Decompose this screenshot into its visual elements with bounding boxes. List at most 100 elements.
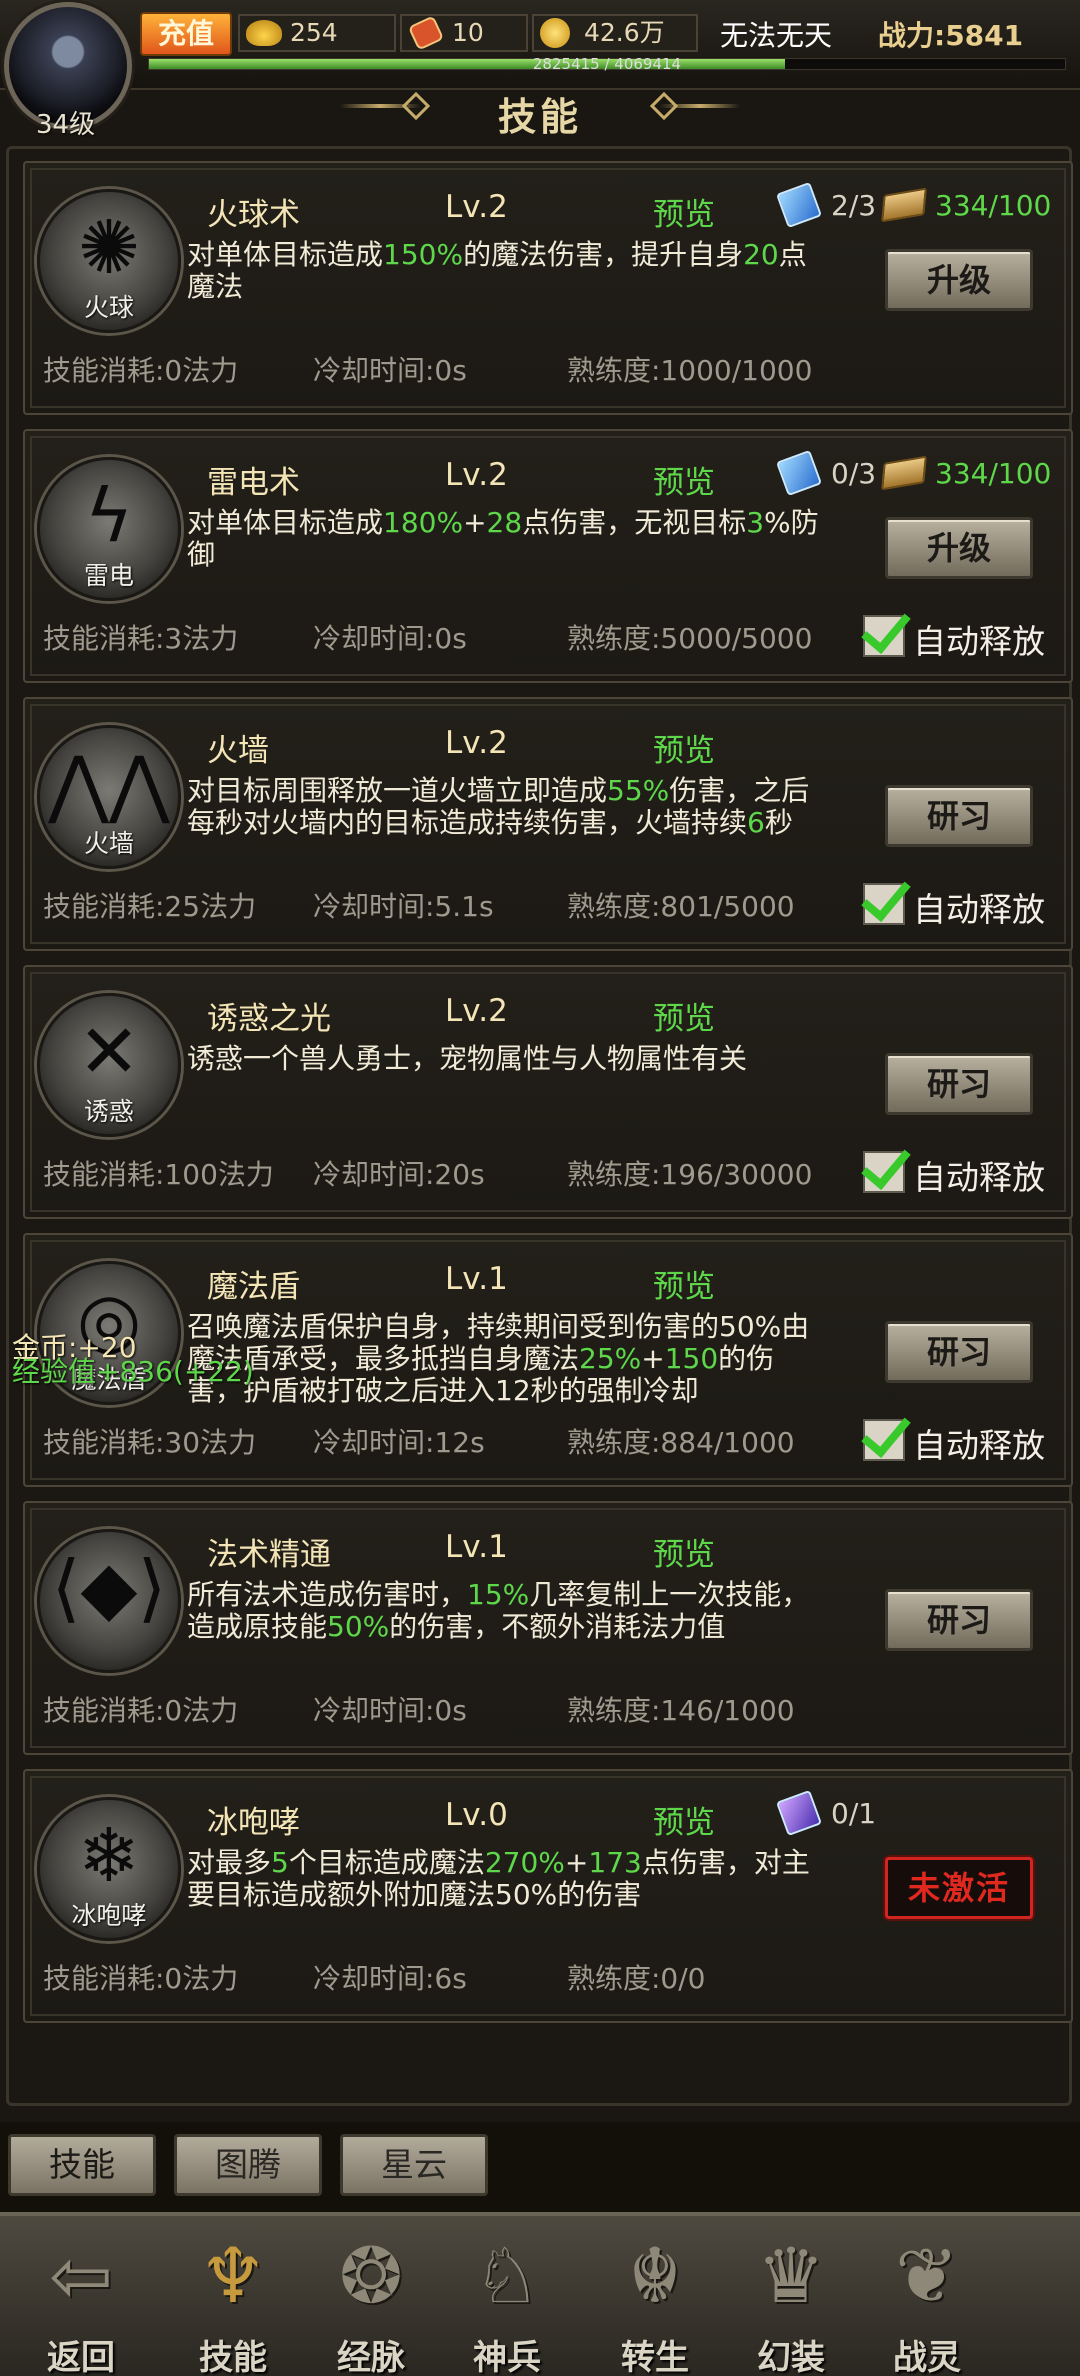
preview-link[interactable]: 预览: [653, 189, 715, 234]
skill-level: Lv.0: [445, 1797, 508, 1833]
skill-name: 法术精通: [207, 1537, 331, 1573]
skill-icon[interactable]: ⋀⋀ 火墙: [37, 725, 181, 869]
upgrade-button[interactable]: 升级: [885, 517, 1033, 579]
nav-item-5[interactable]: ☬ 转生: [590, 2224, 720, 2376]
desc-segment: 对单体目标造成: [187, 238, 384, 271]
auto-cast-toggle[interactable]: 自动释放: [863, 883, 1045, 931]
scroll-icon: [881, 455, 927, 491]
nav-item-7[interactable]: ❦ 战灵: [862, 2224, 992, 2376]
recharge-button[interactable]: 充值: [140, 12, 232, 56]
skill-level: Lv.2: [445, 993, 508, 1029]
ticket-counter: 10: [400, 14, 528, 52]
skill-card[interactable]: ✺ 火球 火球术 Lv.2 预览 对单体目标造成150%的魔法伤害，提升自身20点魔法 技能…: [23, 161, 1073, 415]
auto-cast-toggle[interactable]: 自动释放: [863, 1151, 1045, 1199]
auto-cast-label: 自动释放: [913, 890, 1045, 929]
phantom-gear-icon: ♛: [756, 2231, 826, 2320]
desc-segment: 对最多: [187, 1846, 272, 1879]
study-button[interactable]: 研习: [885, 1053, 1033, 1115]
checkbox-icon[interactable]: [863, 1151, 905, 1193]
desc-segment: +: [641, 1342, 665, 1375]
skill-icon[interactable]: ❄ 冰咆哮: [37, 1797, 181, 1941]
checkbox-icon[interactable]: [863, 883, 905, 925]
skill-icon[interactable]: ϟ 雷电: [37, 457, 181, 601]
preview-link[interactable]: 预览: [653, 457, 715, 502]
tab-totem[interactable]: 图腾: [174, 2134, 322, 2196]
checkbox-icon[interactable]: [863, 1419, 905, 1461]
desc-segment: 15%: [467, 1578, 530, 1611]
upgrade-button[interactable]: 升级: [885, 249, 1033, 311]
desc-segment: 对目标周围释放一道火墙立即造成: [187, 774, 608, 807]
desc-segment: 20: [743, 238, 779, 271]
desc-segment: 点伤害，无视目标: [522, 506, 747, 539]
skill-level: Lv.1: [445, 1261, 508, 1297]
skill-icon[interactable]: ✺ 火球: [37, 189, 181, 333]
skill-icon[interactable]: ✕ 诱惑: [37, 993, 181, 1137]
study-button[interactable]: 研习: [885, 1589, 1033, 1651]
tab-nebula[interactable]: 星云: [340, 2134, 488, 2196]
checkbox-icon[interactable]: [863, 615, 905, 657]
back-arrow-icon: ⇦: [49, 2231, 113, 2320]
skill-card[interactable]: ⋀⋀ 火墙 火墙 Lv.2 预览 对目标周围释放一道火墙立即造成55%伤害，之后每秒对火墙…: [23, 697, 1073, 951]
ingot-icon: [246, 20, 282, 46]
desc-segment: +: [564, 1846, 589, 1879]
preview-link[interactable]: 预览: [653, 1261, 715, 1306]
mana-cost: 技能消耗:0法力: [43, 354, 239, 387]
page-title: 技能: [497, 95, 582, 139]
nav-item-4[interactable]: ♘ 神兵: [442, 2224, 572, 2376]
nav-item-6[interactable]: ♛ 幻装: [726, 2224, 856, 2376]
tab-skill[interactable]: 技能: [8, 2134, 156, 2196]
mana-cost: 技能消耗:25法力: [43, 890, 257, 923]
nav-label: 神兵: [473, 2338, 541, 2376]
skill-icon-label: 诱惑: [83, 1097, 134, 1126]
skill-icon[interactable]: ⟨◆⟩: [37, 1529, 181, 1673]
auto-cast-label: 自动释放: [913, 1158, 1045, 1197]
desc-segment: 个目标造成魔法: [288, 1846, 485, 1879]
desc-segment: 180%: [383, 506, 464, 539]
skill-level: Lv.2: [445, 457, 508, 493]
nav-label: 返回: [47, 2338, 115, 2376]
skill-glyph-icon: ✕: [77, 1009, 140, 1095]
skill-glyph-icon: ⋀⋀: [48, 741, 170, 827]
skill-description: 所有法术造成伤害时，15%几率复制上一次技能，造成原技能50%的伤害，不额外消耗…: [187, 1579, 827, 1643]
study-button[interactable]: 研习: [885, 1321, 1033, 1383]
nav-label: 幻装: [757, 2338, 825, 2376]
skill-card[interactable]: ϟ 雷电 雷电术 Lv.2 预览 对单体目标造成180%+28点伤害，无视目标3%防御 技能…: [23, 429, 1073, 683]
skill-name: 诱惑之光: [207, 1001, 331, 1037]
skill-card[interactable]: ⟨◆⟩ 法术精通 Lv.1 预览 所有法术造成伤害时，15%几率复制上一次技能，造成原技…: [23, 1501, 1073, 1755]
desc-segment: 对单体目标造成: [187, 506, 384, 539]
desc-segment: 55%: [607, 774, 670, 807]
skill-card[interactable]: ✕ 诱惑 诱惑之光 Lv.2 预览 诱惑一个兽人勇士，宠物属性与人物属性有关 技能消耗:10…: [23, 965, 1073, 1219]
inactive-button[interactable]: 未激活: [885, 1857, 1033, 1919]
divine-weapon-icon: ♘: [472, 2231, 542, 2320]
skill-book-count: 0/1: [831, 1797, 877, 1830]
ticket-icon: [407, 15, 445, 51]
preview-link[interactable]: 预览: [653, 725, 715, 770]
auto-cast-toggle[interactable]: 自动释放: [863, 615, 1045, 663]
cooldown: 冷却时间:20s: [313, 1158, 485, 1191]
tab-bar: 技能 图腾 星云: [0, 2122, 1080, 2212]
war-spirit-icon: ❦: [895, 2231, 959, 2320]
study-button[interactable]: 研习: [885, 785, 1033, 847]
skill-name: 火墙: [207, 733, 269, 769]
skill-book-icon: [775, 449, 823, 497]
combat-power: 战力:5841: [878, 19, 1024, 52]
nav-item-1[interactable]: ⇦ 返回: [16, 2224, 146, 2376]
exp-gain-popup: 经验值+836(+22): [12, 1355, 254, 1388]
nav-item-2[interactable]: ♆ 技能: [168, 2224, 298, 2376]
desc-segment: 所有法术造成伤害时，: [187, 1578, 468, 1611]
title-ornament-right: [660, 104, 740, 108]
skill-glyph-icon: ϟ: [84, 473, 134, 559]
skill-description: 召唤魔法盾保护自身，持续期间受到伤害的50%由魔法盾承受，最多抵挡自身魔法25%…: [187, 1311, 827, 1407]
desc-segment: 270%: [484, 1846, 565, 1879]
nav-label: 转生: [621, 2338, 689, 2376]
preview-link[interactable]: 预览: [653, 1529, 715, 1574]
skill-book-icon: [775, 181, 823, 229]
auto-cast-toggle[interactable]: 自动释放: [863, 1419, 1045, 1467]
preview-link[interactable]: 预览: [653, 993, 715, 1038]
desc-segment: 173: [588, 1846, 642, 1879]
cooldown: 冷却时间:0s: [313, 354, 467, 387]
preview-link[interactable]: 预览: [653, 1797, 715, 1842]
mastery: 熟练度:5000/5000: [567, 622, 813, 655]
nav-item-3[interactable]: ❂ 经脉: [306, 2224, 436, 2376]
skill-card[interactable]: ❄ 冰咆哮 冰咆哮 Lv.0 预览 对最多5个目标造成魔法270%+173点伤害，对主要目…: [23, 1769, 1073, 2023]
